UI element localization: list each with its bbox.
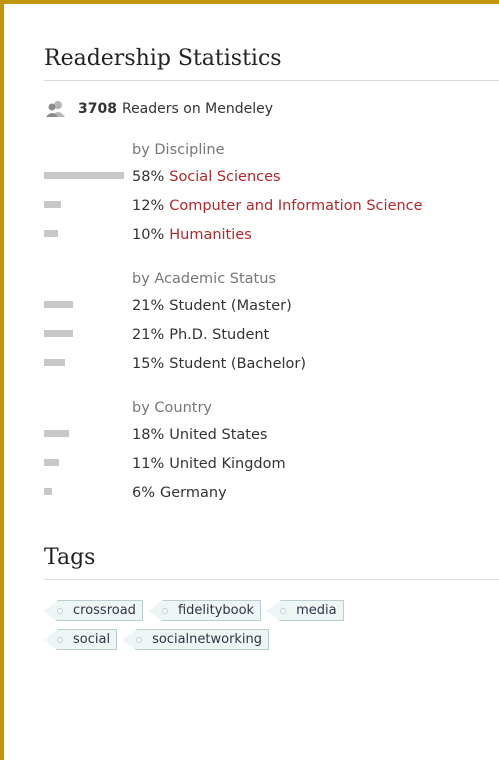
stat-bar [44,430,69,437]
stat-percent: 6% [132,484,156,501]
stat-bar [44,301,73,308]
readers-count: 3708 [78,101,117,117]
stat-percent: 18% [132,426,165,443]
stat-group: by Country 18% United States 11% United King… [44,396,499,507]
readers-label: Readers on Mendeley [121,101,274,117]
stat-percent: 21% [132,297,165,314]
stat-bar-cell [44,420,132,449]
stat-percent: 11% [132,455,165,472]
stat-bar [44,488,52,495]
stat-bar [44,230,58,237]
stat-bar [44,459,59,466]
stat-bar-cell [44,478,132,507]
stat-row: 18% United States [44,420,499,449]
readership-title: Readership Statistics [44,44,499,81]
stat-group-heading: by Academic Status [132,271,276,287]
tag-label: fidelitybook [177,603,255,618]
stat-group: by Discipline 58% Social Sciences 12% Comput… [44,138,499,249]
readership-panel: Readership Statistics 3708 Readers on Me… [44,44,499,658]
tag-notch [44,629,58,651]
tag-hole-icon [280,608,287,614]
stat-bar-cell [44,191,132,220]
tag-list: crossroad fidelitybook media social socialne… [44,600,424,658]
stat-percent: 12% [132,197,165,214]
stat-label: United States [169,426,268,443]
tag-hole-icon [57,608,63,614]
tag-hole-icon [136,637,143,643]
stat-row: 15% Student (Bachelor) [44,349,499,378]
stat-label: Ph.D. Student [169,326,270,343]
stat-label: Student (Bachelor) [169,355,307,372]
tag-chip[interactable]: socialnetworking [123,629,270,651]
stat-percent: 21% [132,326,165,343]
stat-label: Germany [160,484,227,501]
tag-chip[interactable]: fidelitybook [148,600,262,622]
stat-group-heading: by Discipline [132,142,225,158]
stat-row: 10% Humanities [44,220,499,249]
tag-label: crossroad [73,603,136,618]
tag-notch [267,600,282,622]
stat-percent: 10% [132,226,165,243]
stat-bar-cell [44,220,132,249]
tag-notch [123,629,138,651]
stat-row: 11% United Kingdom [44,449,499,478]
stat-bar [44,172,124,179]
stat-row: 21% Student (Master) [44,291,499,320]
stat-bar [44,330,73,337]
stat-bar-cell [44,162,132,191]
stat-bar-cell [44,349,132,378]
stat-row: 21% Ph.D. Student [44,320,499,349]
stat-bar [44,359,65,366]
stat-label-link[interactable]: Social Sciences [169,169,280,185]
tag-chip[interactable]: media [267,600,344,622]
stat-group: by Academic Status 21% Student (Master) 21%… [44,267,499,378]
stat-label-link[interactable]: Humanities [169,227,252,243]
stat-label-link[interactable]: Computer and Information Science [169,198,422,214]
stat-group-heading: by Country [132,400,212,416]
stat-row: 12% Computer and Information Science [44,191,499,220]
tag-hole-icon [161,608,168,614]
stat-label: United Kingdom [169,455,286,472]
stat-bar [44,201,61,208]
tags-title: Tags [44,543,499,580]
stat-bar-cell [44,320,132,349]
stat-row: 58% Social Sciences [44,162,499,191]
tag-label: media [296,603,337,618]
stat-groups: by Discipline 58% Social Sciences 12% Comput… [44,138,499,507]
stat-bar-cell [44,449,132,478]
stat-label: Student (Master) [169,297,292,314]
tag-notch [148,600,163,622]
tag-chip[interactable]: social [44,629,118,651]
tag-notch [44,600,58,622]
stat-percent: 58% [132,168,165,185]
tag-label: socialnetworking [152,632,263,647]
stat-bar-cell [44,291,132,320]
stat-percent: 15% [132,355,165,372]
readers-summary: 3708 Readers on Mendeley [44,98,499,120]
stat-row: 6% Germany [44,478,499,507]
readers-icon [44,100,70,118]
tag-hole-icon [57,637,63,643]
tag-label: social [73,632,111,647]
tag-chip[interactable]: crossroad [44,600,143,622]
